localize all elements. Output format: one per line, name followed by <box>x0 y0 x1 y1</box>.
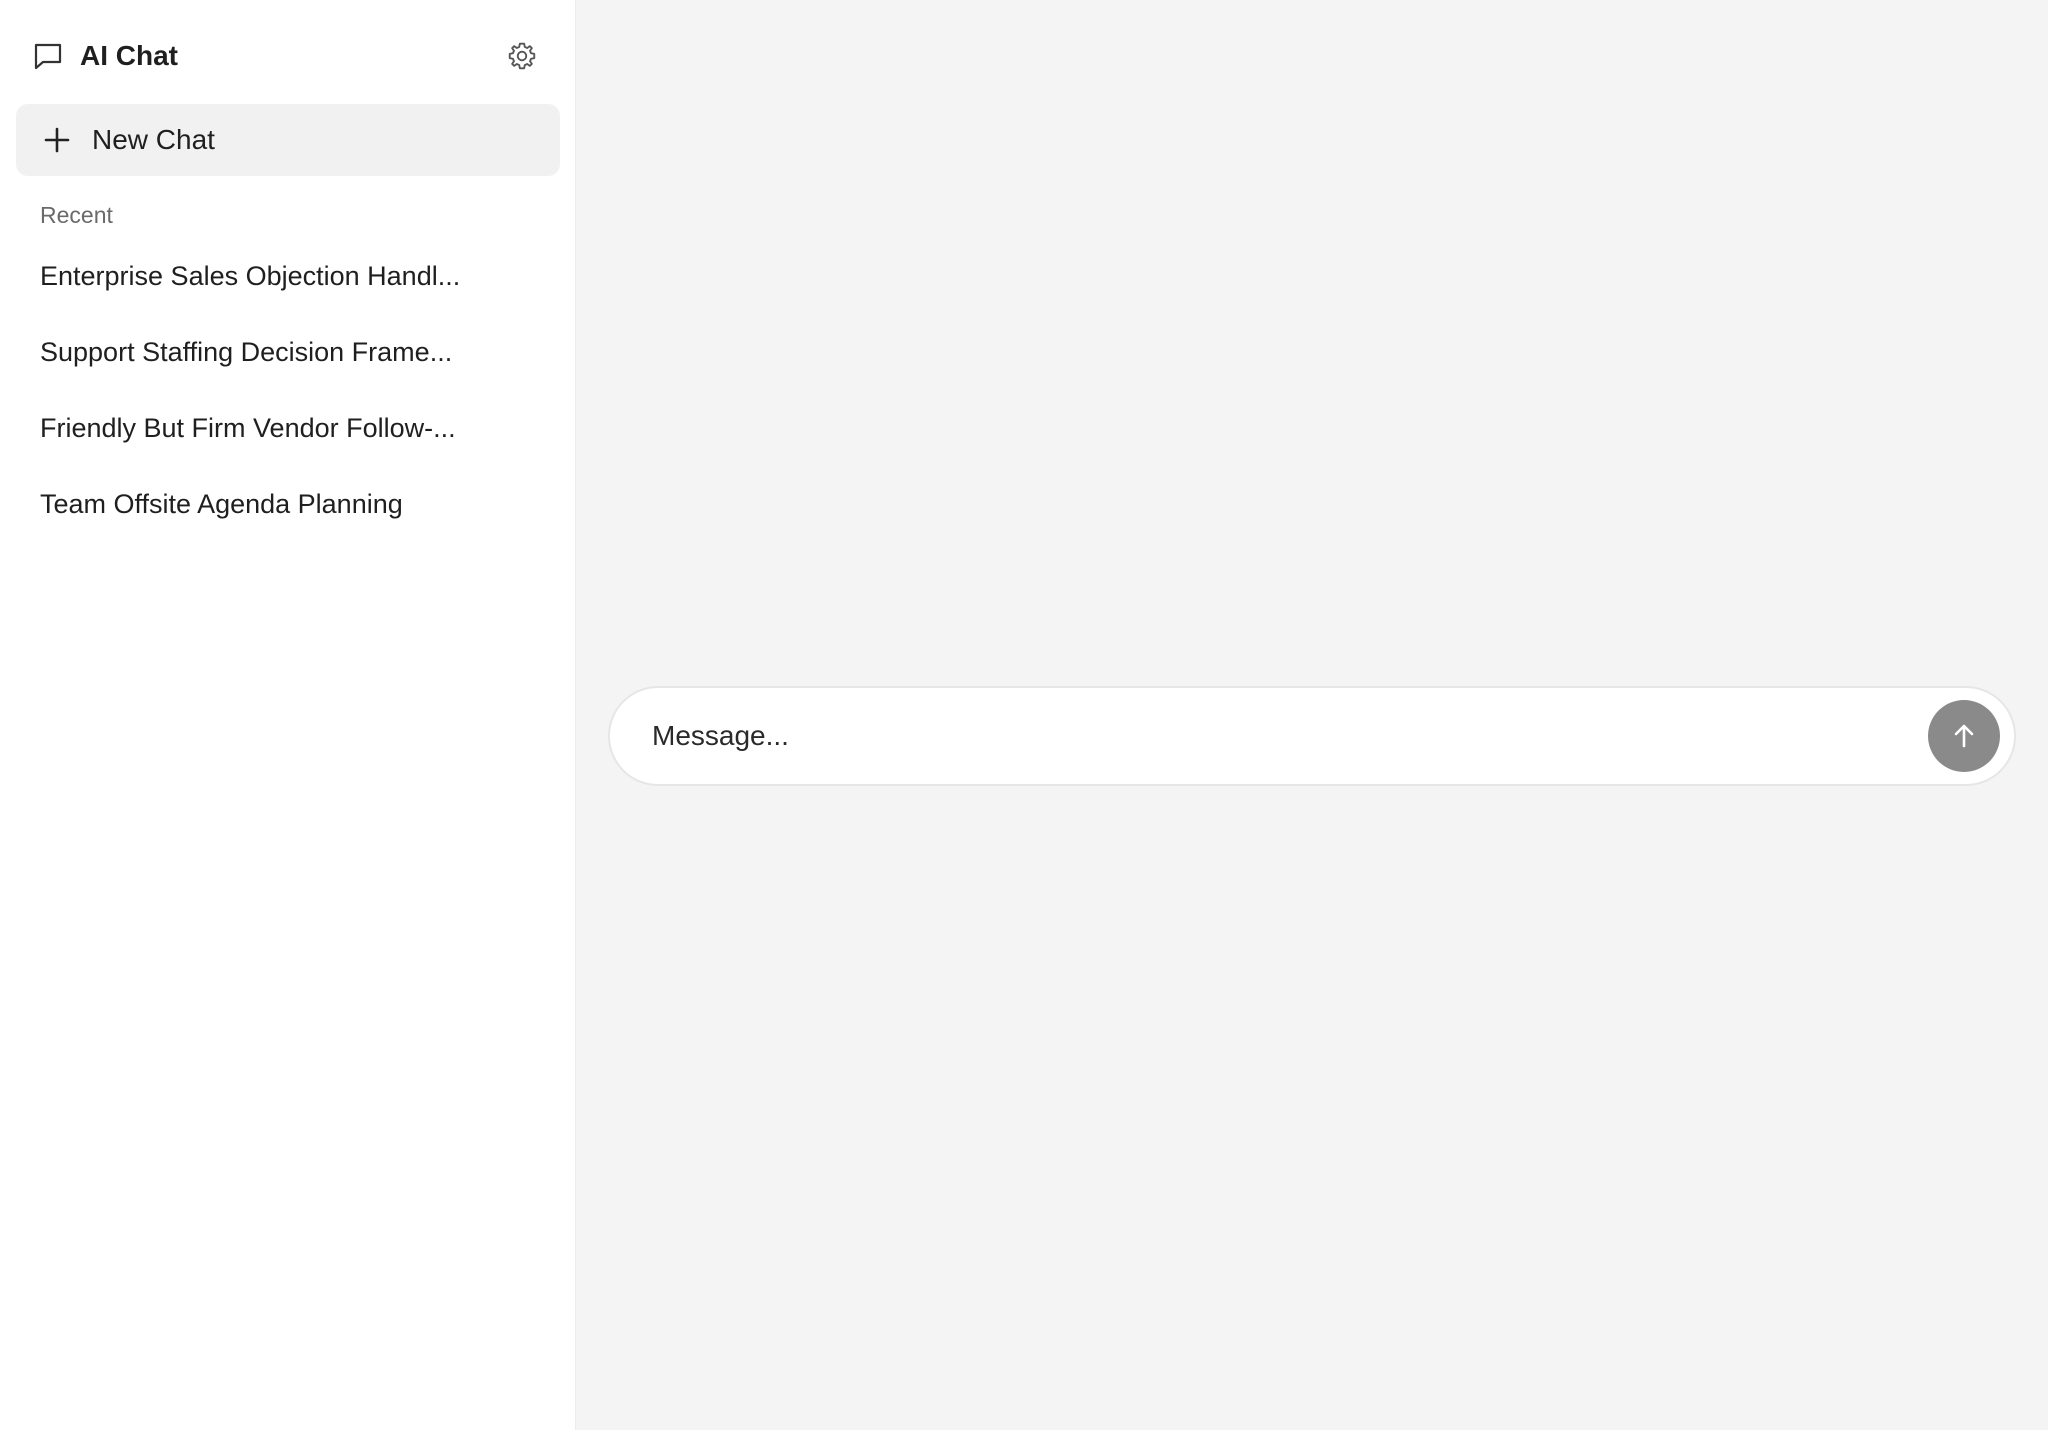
new-chat-button[interactable]: New Chat <box>16 104 560 176</box>
chat-bubble-icon <box>32 40 64 72</box>
sidebar: AI Chat New Chat Recent Enterprise Sales… <box>0 0 576 1430</box>
arrow-up-icon <box>1949 721 1979 751</box>
recent-chat-item[interactable]: Support Staffing Decision Frame... <box>40 326 540 402</box>
recent-chat-item[interactable]: Friendly But Firm Vendor Follow-... <box>40 402 540 478</box>
send-button[interactable] <box>1928 700 2000 772</box>
message-input[interactable] <box>650 705 1928 767</box>
sidebar-header: AI Chat <box>32 36 540 76</box>
recent-section-label: Recent <box>40 202 113 228</box>
recent-chat-list: Enterprise Sales Objection Handl... Supp… <box>40 250 540 554</box>
settings-button[interactable] <box>504 38 540 74</box>
app-title: AI Chat <box>80 40 178 71</box>
new-chat-label: New Chat <box>92 124 215 155</box>
message-composer <box>608 686 2016 786</box>
plus-icon <box>42 125 72 155</box>
app-window: AI Chat New Chat Recent Enterprise Sales… <box>0 0 2048 1430</box>
chat-main-area <box>576 0 2048 1430</box>
recent-chat-item[interactable]: Enterprise Sales Objection Handl... <box>40 250 540 326</box>
gear-icon <box>506 40 538 72</box>
recent-chat-item[interactable]: Team Offsite Agenda Planning <box>40 478 540 554</box>
